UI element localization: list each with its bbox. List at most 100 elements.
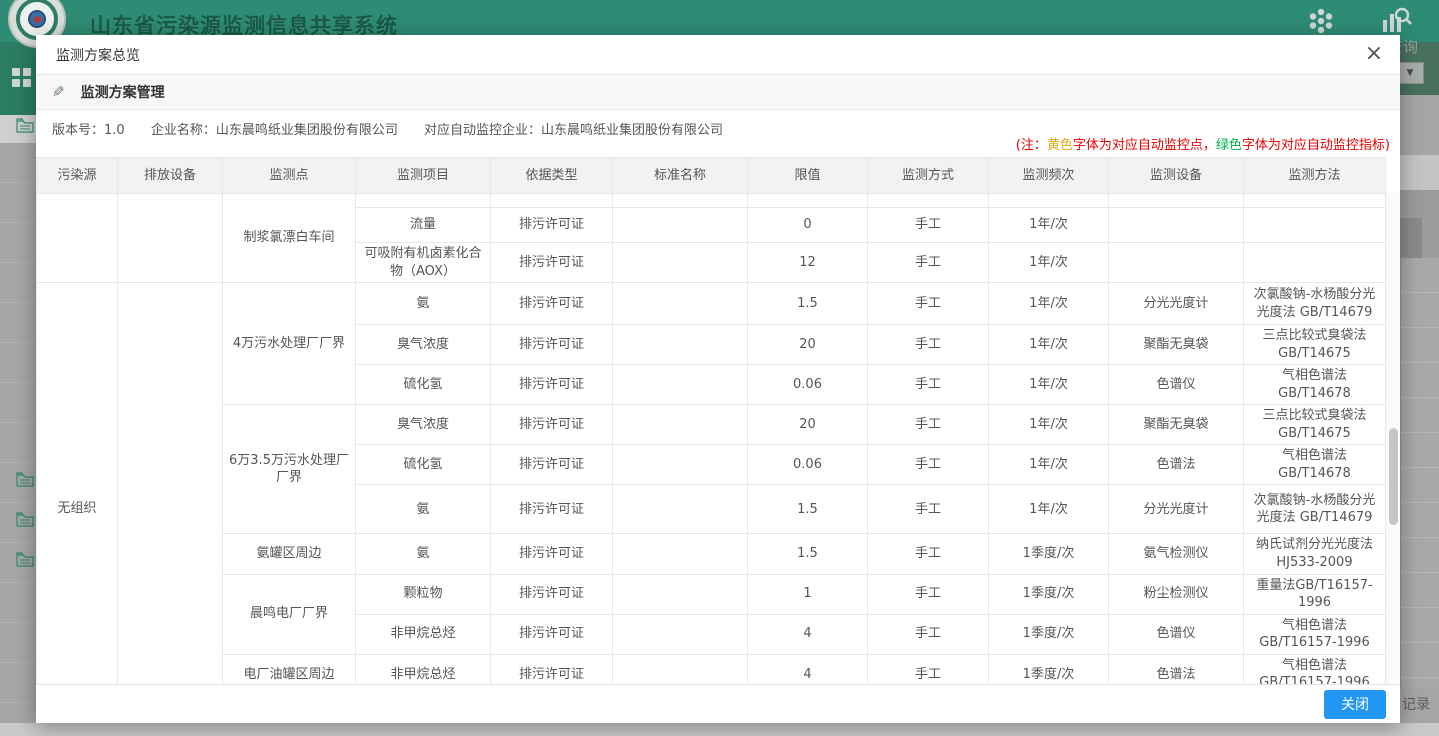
cell-point: 晨鸣电厂厂界	[223, 574, 356, 654]
cell-item: 臭气浓度	[356, 405, 491, 445]
company-info: 企业名称：山东晨鸣纸业集团股份有限公司	[151, 123, 398, 138]
cell-method: 重量法GB/T16157-1996	[1244, 574, 1386, 614]
cell-frequency: 1季度/次	[989, 614, 1109, 654]
cell-basis	[491, 194, 613, 208]
cell-standard	[613, 283, 748, 325]
cell-mode: 手工	[868, 654, 989, 684]
cell-device: 色谱法	[1109, 445, 1244, 485]
cell-mode: 手工	[868, 208, 989, 243]
sidebar-dimmed-list	[0, 143, 36, 723]
monitoring-plan-overview-dialog: 监测方案总览 × ✎ 监测方案管理 版本号：1.0 企业名称：山东晨鸣纸业集团股…	[36, 35, 1400, 723]
cell-basis: 排污许可证	[491, 654, 613, 684]
cell-frequency: 1年/次	[989, 365, 1109, 405]
note-green: 绿色	[1216, 138, 1242, 153]
cell-method	[1244, 194, 1386, 208]
cell-basis: 排污许可证	[491, 445, 613, 485]
cell-basis: 排污许可证	[491, 243, 613, 283]
cell-pollution_source: 无组织	[37, 283, 118, 684]
cell-frequency: 1季度/次	[989, 534, 1109, 574]
cell-item: 非甲烷总烃	[356, 654, 491, 684]
column-header: 依据类型	[491, 158, 613, 194]
cell-basis: 排污许可证	[491, 325, 613, 365]
section-bar: ✎ 监测方案管理	[36, 75, 1400, 110]
cell-method	[1244, 243, 1386, 283]
cell-basis: 排污许可证	[491, 283, 613, 325]
pencil-icon: ✎	[52, 83, 65, 101]
cell-device: 氨气检测仪	[1109, 534, 1244, 574]
table-body: 制浆氯漂白车间流量排污许可证0手工1年/次可吸附有机卤素化合物（AOX）排污许可…	[37, 194, 1386, 685]
company-label: 企业名称：	[151, 123, 216, 138]
cell-mode: 手工	[868, 283, 989, 325]
cell-limit: 0.06	[748, 445, 868, 485]
cell-standard	[613, 325, 748, 365]
cell-pollution_source	[37, 194, 118, 283]
cell-item: 非甲烷总烃	[356, 614, 491, 654]
cell-frequency: 1年/次	[989, 208, 1109, 243]
table-scrollbar[interactable]	[1385, 193, 1400, 684]
sidebar-menu-grid-icon[interactable]	[12, 68, 31, 87]
cell-method: 气相色谱法 GB/T16157-1996	[1244, 654, 1386, 684]
cell-basis: 排污许可证	[491, 614, 613, 654]
cell-limit: 4	[748, 654, 868, 684]
cell-point: 4万污水处理厂厂界	[223, 283, 356, 405]
cell-frequency: 1年/次	[989, 243, 1109, 283]
cell-basis: 排污许可证	[491, 405, 613, 445]
note-mid: 字体为对应自动监控点，	[1073, 138, 1216, 153]
background-dropdown[interactable]: ▼	[1396, 62, 1424, 84]
cell-mode: 手工	[868, 445, 989, 485]
cell-limit: 1	[748, 574, 868, 614]
plan-info-row: 版本号：1.0 企业名称：山东晨鸣纸业集团股份有限公司 对应自动监控企业：山东晨…	[36, 110, 1400, 157]
cell-mode: 手工	[868, 574, 989, 614]
background-block	[1400, 218, 1422, 258]
cell-standard	[613, 654, 748, 684]
cell-standard	[613, 445, 748, 485]
table-row: 氨罐区周边氨排污许可证1.5手工1季度/次氨气检测仪纳氏试剂分光光度法HJ533…	[37, 534, 1386, 574]
column-header: 污染源	[37, 158, 118, 194]
background-record-text: 记录	[1402, 694, 1430, 714]
cell-mode: 手工	[868, 534, 989, 574]
cell-mode: 手工	[868, 485, 989, 534]
cell-frequency: 1年/次	[989, 405, 1109, 445]
cell-item: 硫化氢	[356, 365, 491, 405]
version-value: 1.0	[104, 123, 125, 138]
cell-equipment	[118, 194, 223, 283]
cell-mode: 手工	[868, 365, 989, 405]
cell-mode: 手工	[868, 243, 989, 283]
folder-icon[interactable]	[16, 472, 34, 487]
folder-icon[interactable]	[16, 512, 34, 527]
close-icon[interactable]: ×	[1362, 43, 1386, 65]
cell-method: 气相色谱法 GB/T14678	[1244, 365, 1386, 405]
cell-device	[1109, 243, 1244, 283]
note-yellow: 黄色	[1047, 138, 1073, 153]
cell-equipment	[118, 283, 223, 684]
note-prefix: (注：	[1016, 138, 1047, 153]
cell-item: 可吸附有机卤素化合物（AOX）	[356, 243, 491, 283]
folder-icon[interactable]	[16, 118, 34, 133]
cell-device: 分光光度计	[1109, 485, 1244, 534]
cell-device	[1109, 194, 1244, 208]
cell-item: 氨	[356, 534, 491, 574]
cell-method: 气相色谱法 GB/T14678	[1244, 445, 1386, 485]
column-header: 监测方法	[1244, 158, 1386, 194]
column-header: 监测方式	[868, 158, 989, 194]
cell-frequency: 1季度/次	[989, 654, 1109, 684]
scrollbar-thumb[interactable]	[1389, 428, 1398, 525]
chevron-down-icon: ▼	[1407, 68, 1414, 78]
cell-frequency: 1年/次	[989, 445, 1109, 485]
cell-mode: 手工	[868, 614, 989, 654]
close-button[interactable]: 关闭	[1324, 690, 1386, 719]
cell-standard	[613, 485, 748, 534]
cell-frequency	[989, 194, 1109, 208]
cell-basis: 排污许可证	[491, 534, 613, 574]
cell-method: 三点比较式臭袋法 GB/T14675	[1244, 405, 1386, 445]
column-header: 监测设备	[1109, 158, 1244, 194]
auto-company-label: 对应自动监控企业：	[424, 123, 541, 138]
cell-limit: 1.5	[748, 283, 868, 325]
cell-standard	[613, 574, 748, 614]
folder-icon[interactable]	[16, 552, 34, 567]
cell-standard	[613, 614, 748, 654]
cell-limit: 20	[748, 405, 868, 445]
cell-mode	[868, 194, 989, 208]
cell-device: 色谱仪	[1109, 365, 1244, 405]
table-head: 污染源排放设备监测点监测项目依据类型标准名称限值监测方式监测频次监测设备监测方法	[37, 158, 1386, 194]
